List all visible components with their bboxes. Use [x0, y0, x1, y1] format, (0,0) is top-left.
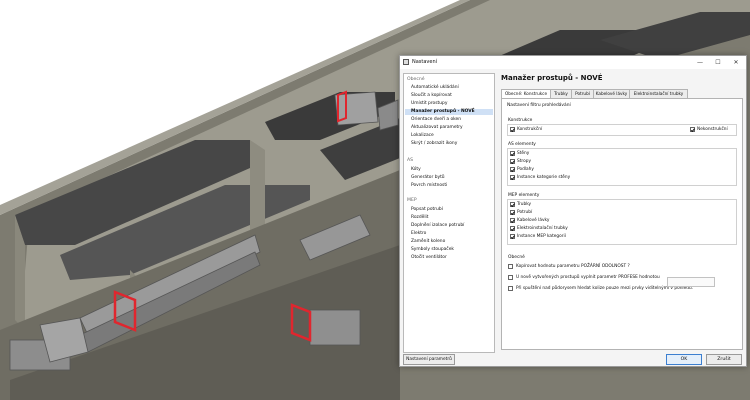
nav-item-room-surface[interactable]: Povrch místnosti: [411, 183, 447, 188]
close-button[interactable]: ✕: [730, 58, 742, 67]
nav-item-localization[interactable]: Lokalizace: [411, 133, 434, 138]
as-walls-checkbox[interactable]: [510, 151, 515, 156]
filter-section-title: Nastavení filtru prohledávání: [507, 103, 571, 108]
construction-nonstructural-checkbox[interactable]: [690, 127, 695, 132]
nav-item-insulation[interactable]: Doplnění izolace potrubí: [411, 223, 464, 228]
construction-nonstructural-label: Nekonstrukční: [697, 127, 728, 132]
mep-cable-trays-checkbox[interactable]: [510, 218, 515, 223]
maximize-button[interactable]: ☐: [712, 58, 724, 67]
page-title: Manažer prostupů - NOVÉ: [501, 74, 603, 82]
mep-pipes-checkbox[interactable]: [510, 202, 515, 207]
as-floors-label: Podlahy: [517, 167, 534, 172]
app-icon: [403, 59, 409, 65]
mep-elements-group-title: MEP elementy: [508, 193, 540, 198]
nav-item-label-ducts[interactable]: Popsat potrubí: [411, 207, 443, 212]
tab-panel: Nastavení filtru prohledávání Konstrukce…: [501, 98, 743, 350]
mep-category-instances-checkbox[interactable]: [510, 234, 515, 239]
mep-cable-trays-label: Kabelové lávky: [517, 218, 550, 223]
nav-item-place-openings[interactable]: Umístit prostupy: [411, 101, 447, 106]
nav-item-opening-manager[interactable]: Manažer prostupů - NOVÉ: [411, 109, 475, 114]
title-bar: Nastavení — ☐ ✕: [400, 56, 746, 69]
nav-group-mep: MEP: [407, 198, 417, 203]
copy-fire-resistance-checkbox[interactable]: [508, 264, 513, 269]
nav-item-update-params[interactable]: Aktualizovat parametry: [411, 125, 463, 130]
construction-structural-checkbox[interactable]: [510, 127, 515, 132]
copy-fire-resistance-label: Kopírovat hodnotu parametru POŽÁRNÍ ODOL…: [516, 264, 630, 269]
construction-group-title: Konstrukce: [508, 118, 533, 123]
as-walls-label: Stěny: [517, 151, 530, 156]
window-title: Nastavení: [412, 59, 438, 65]
mep-pipes-label: Trubky: [517, 202, 532, 207]
nav-group-as: AS: [407, 158, 414, 163]
mep-ducts-checkbox[interactable]: [510, 210, 515, 215]
as-elements-group-box: [507, 148, 737, 186]
profese-value-input[interactable]: [667, 277, 715, 287]
nav-group-obecne: Obecné: [407, 77, 425, 82]
visible-only-collisions-checkbox[interactable]: [508, 286, 513, 291]
nav-item-swap-elbow[interactable]: Zaměnit koleno: [411, 239, 445, 244]
general-group-title: Obecné: [508, 255, 525, 260]
ok-button[interactable]: OK: [666, 354, 702, 365]
as-elements-group-title: AS elementy: [508, 142, 536, 147]
minimize-button[interactable]: —: [694, 58, 706, 67]
nav-item-rotate-fan[interactable]: Otočit ventilátor: [411, 255, 447, 260]
fill-profese-label: U nově vytvořených prostupů vyplnit para…: [516, 275, 660, 280]
as-ceilings-checkbox[interactable]: [510, 159, 515, 164]
mep-conduits-checkbox[interactable]: [510, 226, 515, 231]
settings-dialog: Nastavení — ☐ ✕ Obecné Automatické uklád…: [399, 55, 747, 367]
nav-item-apartment-generator[interactable]: Generátor bytů: [411, 175, 445, 180]
as-ceilings-label: Stropy: [517, 159, 531, 164]
mep-conduits-label: Elektroinstalační trubky: [517, 226, 568, 231]
nav-item-split[interactable]: Rozdělit: [411, 215, 429, 220]
nav-item-door-window-orientation[interactable]: Orientace dveří a oken: [411, 117, 461, 122]
settings-nav: Obecné Automatické ukládání Sloučit a ko…: [403, 73, 495, 353]
nav-item-toggle-icons[interactable]: Skrýt / zobrazit ikony: [411, 141, 457, 146]
mep-category-instances-label: Instance MEP kategorií: [517, 234, 566, 239]
nav-item-autosave[interactable]: Automatické ukládání: [411, 85, 459, 90]
nav-item-riser-symbols[interactable]: Symboly stoupaček: [411, 247, 454, 252]
nav-item-dimensions[interactable]: Kóty: [411, 167, 421, 172]
parameter-settings-button[interactable]: Nastavení parametrů: [403, 354, 455, 365]
as-floors-checkbox[interactable]: [510, 167, 515, 172]
construction-structural-label: Konstrukční: [517, 127, 543, 132]
nav-item-merge-copy[interactable]: Sloučit a kopírovat: [411, 93, 452, 98]
fill-profese-checkbox[interactable]: [508, 275, 513, 280]
cancel-button[interactable]: Zrušit: [706, 354, 742, 365]
mep-ducts-label: Potrubí: [517, 210, 533, 215]
nav-item-electro[interactable]: Elektro: [411, 231, 426, 236]
as-wall-instances-label: Instance kategorie stěny: [517, 175, 571, 180]
as-wall-instances-checkbox[interactable]: [510, 175, 515, 180]
